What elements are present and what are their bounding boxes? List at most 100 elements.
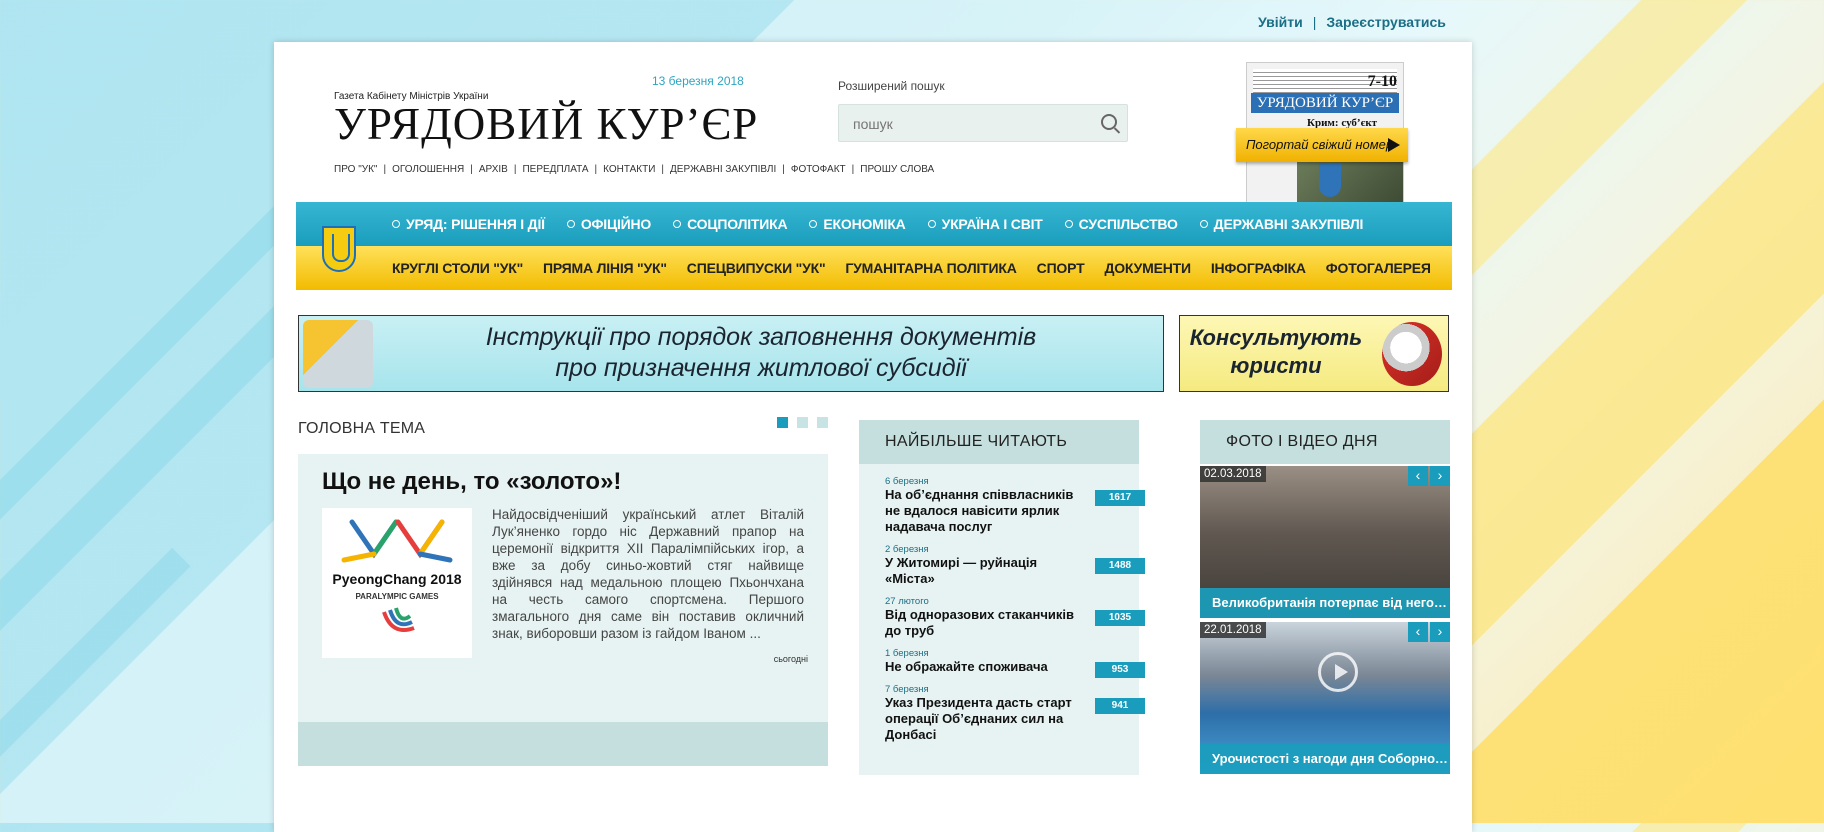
sublink-request[interactable]: ПРОШУ СЛОВА xyxy=(860,164,934,175)
main-topic-thumbnail[interactable]: PyeongChang 2018 PARALYMPIC GAMES xyxy=(322,508,472,658)
circle-bullet-icon xyxy=(927,220,936,228)
sublink-procurement[interactable]: ДЕРЖАВНІ ЗАКУПІВЛІ xyxy=(670,164,776,175)
lawyers-banner-text: Консультують юристи xyxy=(1186,324,1366,380)
slider-dot[interactable] xyxy=(797,417,808,428)
sublink-subscription[interactable]: ПЕРЕДПЛАТА xyxy=(522,164,588,175)
most-read-panel: НАЙБІЛЬШЕ ЧИТАЮТЬ 6 березня На об’єднання… xyxy=(859,420,1145,775)
main-topic-card: Що не день, то «золото»! PyeongChang 201… xyxy=(298,454,828,766)
login-link[interactable]: Увійти xyxy=(1258,14,1303,30)
nav-primary-item[interactable]: ЕКОНОМІКА xyxy=(809,216,906,232)
most-read-date: 1 березня xyxy=(885,648,929,659)
main-topic-title[interactable]: Що не день, то «золото»! xyxy=(322,468,621,496)
register-link[interactable]: Зареєструватись xyxy=(1326,14,1446,30)
nav-secondary-item[interactable]: ДОКУМЕНТИ xyxy=(1104,260,1191,276)
nav-primary-row: УРЯД: РІШЕННЯ І ДІЇ ОФІЦІЙНО СОЦПОЛІТИКА ЕК… xyxy=(296,202,1452,246)
most-read-item: 7 березня Указ Президента дасть старт опе… xyxy=(885,684,1145,743)
video-tile[interactable]: 22.01.2018 ‹ › Урочистості з нагоди дня … xyxy=(1200,622,1450,774)
advanced-search-link[interactable]: Розширений пошук xyxy=(838,79,945,93)
most-read-item: 27 лютого Від одноразових стаканчиків до … xyxy=(885,596,1145,639)
most-read-title[interactable]: Не ображайте споживача xyxy=(885,659,1080,675)
circle-bullet-icon xyxy=(1064,220,1073,228)
most-read-title[interactable]: На об’єднання співвласників не вдалося н… xyxy=(885,487,1080,535)
flip-issue-button[interactable]: Погортай свіжий номер xyxy=(1236,128,1408,162)
lawyers-banner-line1: Консультують xyxy=(1189,325,1363,350)
nav-primary-label: ДЕРЖАВНІ ЗАКУПІВЛІ xyxy=(1213,216,1364,232)
chevron-right-icon[interactable]: › xyxy=(1430,466,1450,486)
most-read-title[interactable]: У Житомирі — руйнація «Міста» xyxy=(885,555,1080,587)
most-read-date: 2 березня xyxy=(885,544,929,555)
thumb-title: PyeongChang 2018 xyxy=(332,571,461,587)
slider-dot[interactable] xyxy=(777,417,788,428)
nav-secondary-item[interactable]: ПРЯМА ЛІНІЯ "УК" xyxy=(543,260,667,276)
circle-bullet-icon xyxy=(809,220,818,228)
chevron-left-icon[interactable]: ‹ xyxy=(1408,466,1428,486)
link-separator: | xyxy=(1312,14,1317,30)
most-read-title[interactable]: Від одноразових стаканчиків до труб xyxy=(885,607,1080,639)
arrow-right-icon xyxy=(1388,138,1400,152)
nav-secondary-item[interactable]: ІНФОГРАФІКА xyxy=(1211,260,1306,276)
search-input[interactable] xyxy=(839,105,1085,143)
sublink-about[interactable]: ПРО "УК" xyxy=(334,164,377,175)
nav-primary-item[interactable]: СУСПІЛЬСТВО xyxy=(1064,216,1178,232)
site-logo[interactable]: УРЯДОВИЙ КУР’ЄР xyxy=(334,98,758,150)
photo-caption[interactable]: Великобританія потерпає від негоди xyxy=(1200,588,1450,618)
video-caption[interactable]: Урочистості з нагоди дня Соборності ... xyxy=(1200,744,1450,774)
cover-photo xyxy=(1297,161,1403,205)
most-read-date: 6 березня xyxy=(885,476,929,487)
trident-icon xyxy=(322,226,356,272)
cover-title: УРЯДОВИЙ КУР’ЄР xyxy=(1251,93,1399,113)
nav-primary-label: ОФІЦІЙНО xyxy=(580,216,652,232)
nav-primary-label: СОЦПОЛІТИКА xyxy=(687,216,788,232)
nav-primary-label: УРЯД: РІШЕННЯ І ДІЇ xyxy=(406,216,545,232)
video-nav: ‹ › xyxy=(1406,622,1450,642)
slider-dots xyxy=(768,417,828,428)
sublink-archive[interactable]: АРХІВ xyxy=(479,164,508,175)
chevron-right-icon[interactable]: › xyxy=(1430,622,1450,642)
nav-secondary-item[interactable]: ФОТОГАЛЕРЕЯ xyxy=(1326,260,1431,276)
phone-icon xyxy=(1382,322,1442,386)
circle-bullet-icon xyxy=(1199,220,1208,228)
issue-date: 13 березня 2018 xyxy=(652,74,744,88)
most-read-item: 1 березня Не ображайте споживача 953 xyxy=(885,648,1145,678)
nav-primary-item[interactable]: УРЯД: РІШЕННЯ І ДІЇ xyxy=(392,216,545,232)
nav-primary-label: УКРАЇНА І СВІТ xyxy=(941,216,1043,232)
most-read-title[interactable]: Указ Президента дасть старт операції Об’… xyxy=(885,695,1080,743)
play-icon[interactable] xyxy=(1318,652,1358,692)
sublink-contacts[interactable]: КОНТАКТИ xyxy=(603,164,655,175)
trident-icon xyxy=(1319,163,1341,197)
secondary-links: ПРО "УК" | ОГОЛОШЕННЯ | АРХІВ | ПЕРЕДПЛАТА | КОН… xyxy=(334,164,935,175)
nav-primary-item[interactable]: УКРАЇНА І СВІТ xyxy=(927,216,1043,232)
cover-pages: 7-10 xyxy=(1367,73,1397,90)
photo-tile[interactable]: 02.03.2018 ‹ › Великобританія потерпає в… xyxy=(1200,466,1450,618)
main-navigation: УРЯД: РІШЕННЯ І ДІЇ ОФІЦІЙНО СОЦПОЛІТИКА ЕК… xyxy=(296,202,1452,290)
nav-secondary-item[interactable]: СПОРТ xyxy=(1037,260,1085,276)
nav-primary-label: ЕКОНОМІКА xyxy=(823,216,906,232)
lawyers-consult-banner[interactable]: Консультують юристи xyxy=(1179,315,1449,392)
chevron-left-icon[interactable]: ‹ xyxy=(1408,622,1428,642)
paralympic-logo: PyeongChang 2018 PARALYMPIC GAMES xyxy=(332,519,462,632)
bg-stripe xyxy=(0,180,320,540)
nav-primary-item[interactable]: ДЕРЖАВНІ ЗАКУПІВЛІ xyxy=(1199,216,1364,232)
nav-secondary-item[interactable]: КРУГЛІ СТОЛИ "УК" xyxy=(392,260,523,276)
photo-nav: ‹ › xyxy=(1406,466,1450,486)
sublink-photofact[interactable]: ФОТОФАКТ xyxy=(791,164,846,175)
main-topic-lede: Найдосвідченіший український атлет Вітал… xyxy=(492,507,804,641)
sublink-ads[interactable]: ОГОЛОШЕННЯ xyxy=(392,164,464,175)
photo-video-heading: ФОТО І ВІДЕО ДНЯ xyxy=(1200,420,1450,464)
subsidy-banner-text: Інструкції про порядок заповнення докуме… xyxy=(399,322,1123,384)
search-icon[interactable] xyxy=(1101,114,1117,130)
most-read-heading: НАЙБІЛЬШЕ ЧИТАЮТЬ xyxy=(859,420,1139,464)
nav-primary-item[interactable]: СОЦПОЛІТИКА xyxy=(673,216,788,232)
nav-secondary-item[interactable]: СПЕЦВИПУСКИ "УК" xyxy=(687,260,826,276)
photo-video-panel: ФОТО І ВІДЕО ДНЯ 02.03.2018 ‹ › Великобр… xyxy=(1200,420,1450,775)
nav-primary-item[interactable]: ОФІЦІЙНО xyxy=(566,216,652,232)
view-count-badge: 1488 xyxy=(1095,558,1145,574)
main-topic-time: сьогодні xyxy=(773,654,808,664)
subsidy-instructions-banner[interactable]: Інструкції про порядок заповнення докуме… xyxy=(298,315,1164,392)
nav-secondary-item[interactable]: ГУМАНІТАРНА ПОЛІТИКА xyxy=(845,260,1016,276)
subsidy-banner-line2: про призначення житлової субсидії xyxy=(555,354,967,382)
circle-bullet-icon xyxy=(392,220,400,228)
main-topic-heading: ГОЛОВНА ТЕМА xyxy=(298,420,426,437)
video-date: 22.01.2018 xyxy=(1200,622,1266,638)
slider-dot[interactable] xyxy=(817,417,828,428)
